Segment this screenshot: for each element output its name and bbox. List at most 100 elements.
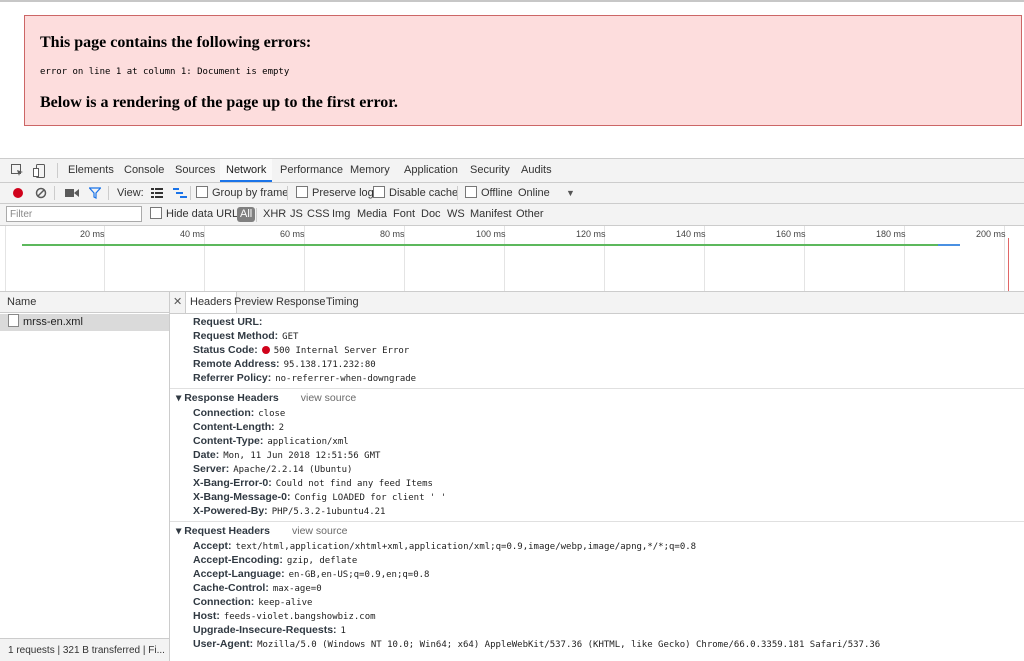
timeline-overview[interactable]: 20 ms 40 ms 60 ms 80 ms 100 ms 120 ms 14… bbox=[0, 226, 1024, 292]
tab-timing[interactable]: Timing bbox=[326, 292, 359, 313]
toolbar-separator bbox=[190, 186, 191, 200]
request-header-line: Host: feeds-violet.bangshowbiz.com bbox=[193, 609, 376, 623]
checkbox-box[interactable] bbox=[296, 186, 308, 198]
tab-performance[interactable]: Performance bbox=[280, 159, 343, 182]
tab-audits[interactable]: Audits bbox=[521, 159, 552, 182]
close-icon[interactable]: ✕ bbox=[173, 292, 182, 313]
tab-sources[interactable]: Sources bbox=[175, 159, 215, 182]
response-header-line: X-Bang-Message-0: Config LOADED for clien… bbox=[193, 490, 446, 504]
tab-response[interactable]: Response bbox=[276, 292, 326, 313]
capture-screenshots-icon[interactable] bbox=[64, 185, 79, 200]
header-key: Upgrade-Insecure-Requests: bbox=[193, 624, 337, 636]
offline-label: Offline bbox=[481, 187, 513, 199]
response-headers-title: Response Headers bbox=[184, 392, 279, 404]
tab-network[interactable]: Network bbox=[220, 159, 273, 182]
header-key: X-Bang-Message-0: bbox=[193, 491, 291, 503]
group-by-frame-checkbox[interactable]: Group by frame bbox=[196, 185, 288, 201]
request-header-line: User-Agent: Mozilla/5.0 (Windows NT 10.0;… bbox=[193, 637, 880, 651]
offline-checkbox[interactable]: Offline bbox=[465, 185, 513, 201]
filter-separator bbox=[256, 208, 257, 222]
header-key: Date: bbox=[193, 449, 220, 461]
filter-type-other[interactable]: Other bbox=[516, 207, 544, 222]
filter-icon[interactable] bbox=[87, 185, 102, 200]
header-key: Content-Length: bbox=[193, 421, 275, 433]
hide-data-urls-checkbox[interactable]: Hide data URLs bbox=[150, 207, 244, 222]
throttling-value: Online bbox=[518, 187, 550, 199]
filter-type-font[interactable]: Font bbox=[393, 207, 415, 222]
header-value: Mon, 11 Jun 2018 12:51:56 GMT bbox=[223, 451, 381, 461]
request-headers-toggle[interactable]: ▾ Request Headers view source bbox=[176, 523, 347, 539]
header-value: gzip, deflate bbox=[286, 556, 358, 566]
devtools-tabbar: Elements Console Sources Network Perform… bbox=[0, 159, 1024, 183]
checkbox-box[interactable] bbox=[196, 186, 208, 198]
tab-console[interactable]: Console bbox=[124, 159, 164, 182]
clear-icon[interactable] bbox=[33, 185, 48, 200]
checkbox-box[interactable] bbox=[373, 186, 385, 198]
tab-headers[interactable]: Headers bbox=[185, 292, 237, 313]
section-divider bbox=[170, 521, 1024, 522]
preserve-log-checkbox[interactable]: Preserve log bbox=[296, 185, 374, 201]
preserve-log-label: Preserve log bbox=[312, 187, 374, 199]
tab-application[interactable]: Application bbox=[404, 159, 458, 182]
header-key: Status Code: bbox=[193, 344, 258, 356]
inspect-element-icon[interactable] bbox=[10, 163, 25, 178]
status-error-icon bbox=[261, 346, 270, 354]
large-request-rows-icon[interactable] bbox=[149, 185, 164, 200]
xml-error-box: This page contains the following errors:… bbox=[24, 15, 1022, 126]
disable-cache-checkbox[interactable]: Disable cache bbox=[373, 185, 458, 201]
filter-input[interactable] bbox=[6, 206, 142, 222]
timeline-tick: 180 ms bbox=[876, 229, 906, 239]
overview-waterfall-icon[interactable] bbox=[172, 185, 187, 200]
response-view-source-link[interactable]: view source bbox=[301, 392, 356, 404]
filter-type-media[interactable]: Media bbox=[357, 207, 387, 222]
header-key: Request URL: bbox=[193, 316, 263, 328]
request-download-bar bbox=[938, 244, 960, 246]
response-header-line: Connection: close bbox=[193, 406, 285, 420]
filter-type-css[interactable]: CSS bbox=[307, 207, 330, 222]
network-summary: 1 requests | 321 B transferred | Fi... bbox=[0, 638, 169, 661]
request-header-line: Accept-Encoding: gzip, deflate bbox=[193, 553, 357, 567]
request-waterfall-bar bbox=[22, 244, 960, 246]
toolbar-separator bbox=[457, 186, 458, 200]
tab-security[interactable]: Security bbox=[470, 159, 510, 182]
request-headers-title: Request Headers bbox=[184, 525, 270, 537]
header-key: Accept-Language: bbox=[193, 568, 285, 580]
name-column-header[interactable]: Name bbox=[0, 292, 169, 313]
request-view-source-link[interactable]: view source bbox=[292, 525, 347, 537]
tab-memory[interactable]: Memory bbox=[350, 159, 390, 182]
header-value: Config LOADED for client ' ' bbox=[294, 493, 447, 503]
timeline-tick: 60 ms bbox=[280, 229, 305, 239]
tab-elements[interactable]: Elements bbox=[68, 159, 114, 182]
checkbox-box[interactable] bbox=[150, 207, 162, 219]
general-status-code: Status Code: 500 Internal Server Error bbox=[193, 343, 409, 357]
filter-type-manifest[interactable]: Manifest bbox=[470, 207, 512, 222]
device-toolbar-icon[interactable] bbox=[32, 163, 47, 178]
chevron-down-icon[interactable]: ▼ bbox=[566, 185, 575, 201]
request-list: Name mrss-en.xml 1 requests | 321 B tran… bbox=[0, 292, 170, 661]
checkbox-box[interactable] bbox=[465, 186, 477, 198]
view-label: View: bbox=[117, 187, 144, 199]
header-key: Content-Type: bbox=[193, 435, 264, 447]
page-top-border bbox=[0, 0, 1024, 2]
timeline-gridline bbox=[5, 226, 6, 291]
header-key: Connection: bbox=[193, 407, 255, 419]
filter-type-ws[interactable]: WS bbox=[447, 207, 465, 222]
header-value: GET bbox=[282, 332, 299, 342]
network-toolbar: View: Group by frame Preserve log Disabl… bbox=[0, 183, 1024, 204]
filter-type-js[interactable]: JS bbox=[290, 207, 303, 222]
filter-type-doc[interactable]: Doc bbox=[421, 207, 441, 222]
error-message: error on line 1 at column 1: Document is… bbox=[40, 67, 290, 77]
filter-type-all[interactable]: All bbox=[237, 207, 256, 222]
record-icon[interactable] bbox=[10, 185, 25, 200]
filter-type-xhr[interactable]: XHR bbox=[263, 207, 286, 222]
timeline-tick: 120 ms bbox=[576, 229, 606, 239]
filter-type-img[interactable]: Img bbox=[332, 207, 350, 222]
header-value: text/html,application/xhtml+xml,applicat… bbox=[235, 542, 697, 552]
response-headers-toggle[interactable]: ▾ Response Headers view source bbox=[176, 390, 356, 406]
header-value: 2 bbox=[278, 423, 285, 433]
tab-preview[interactable]: Preview bbox=[234, 292, 273, 313]
timeline-tick: 40 ms bbox=[180, 229, 205, 239]
request-header-line: Connection: keep-alive bbox=[193, 595, 312, 609]
request-row[interactable]: mrss-en.xml bbox=[0, 314, 169, 331]
throttling-select[interactable]: Online bbox=[518, 185, 550, 201]
